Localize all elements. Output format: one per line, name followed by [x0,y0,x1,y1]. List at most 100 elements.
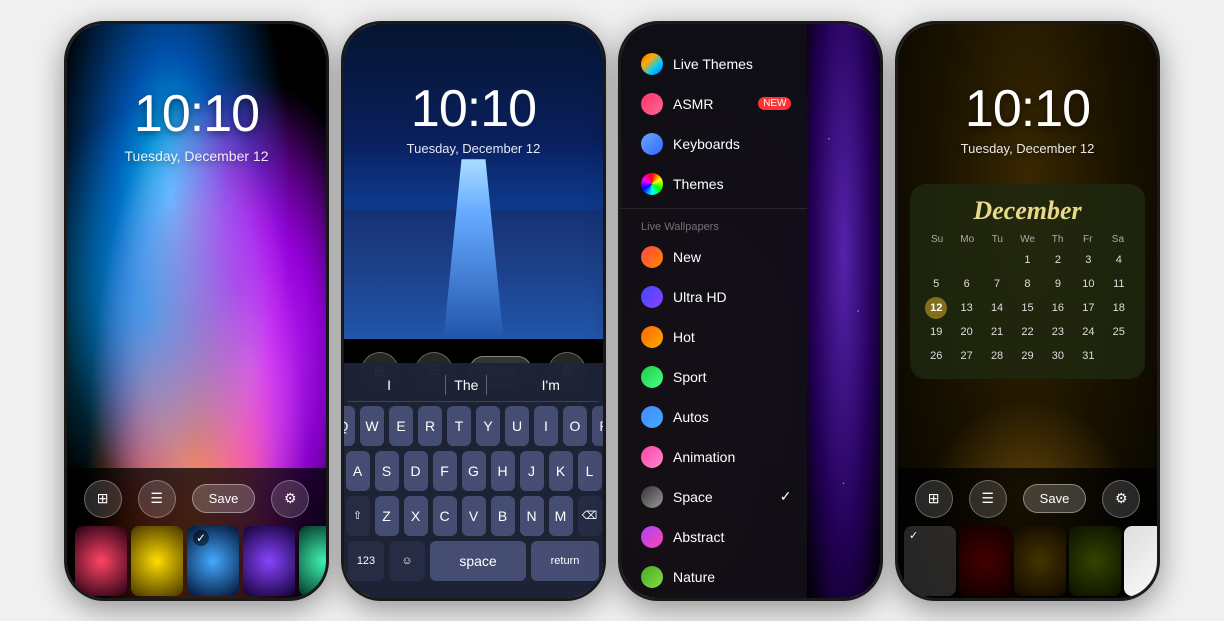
cal-cell-27[interactable]: 27 [956,345,978,367]
cal-cell-26[interactable]: 26 [925,345,947,367]
cal-cell-2[interactable]: 2 [1047,249,1069,271]
cal-cell-31[interactable]: 31 [1077,345,1099,367]
cal-cell-24[interactable]: 24 [1077,321,1099,343]
phone1-list-button[interactable]: ☰ [138,480,176,518]
asmr-label: ASMR [673,96,713,112]
cal-cell-12[interactable]: 12 [925,297,947,319]
key-k[interactable]: K [549,451,573,491]
menu-item-abstract[interactable]: Abstract [621,517,807,557]
key-y[interactable]: Y [476,406,500,446]
key-s[interactable]: S [375,451,399,491]
key-shift[interactable]: ⇧ [346,496,370,536]
key-d[interactable]: D [404,451,428,491]
cal-cell-3[interactable]: 3 [1077,249,1099,271]
phone1-save-button[interactable]: Save [192,484,256,513]
phone4-grid-button[interactable]: ⊞ [915,480,953,518]
menu-item-nature[interactable]: Nature [621,557,807,597]
key-l[interactable]: L [578,451,602,491]
phone4-thumb-4[interactable] [1069,526,1121,596]
phone4-thumb-3[interactable] [1014,526,1066,596]
key-j[interactable]: J [520,451,544,491]
key-b[interactable]: B [491,496,515,536]
menu-item-animals[interactable]: Animals [621,597,807,598]
key-a[interactable]: A [346,451,370,491]
phone4-save-button[interactable]: Save [1023,484,1087,513]
phone2-autocomplete-2[interactable]: The [445,375,487,395]
key-emoji[interactable]: ☺ [389,541,425,581]
cal-cell-28[interactable]: 28 [986,345,1008,367]
menu-item-autos[interactable]: Autos [621,397,807,437]
key-x[interactable]: X [404,496,428,536]
phone1-thumb-3[interactable] [187,526,239,596]
cal-cell-9[interactable]: 9 [1047,273,1069,295]
key-t[interactable]: T [447,406,471,446]
phone1-grid-button[interactable]: ⊞ [84,480,122,518]
menu-item-asmr[interactable]: ASMR NEW [621,84,807,124]
key-c[interactable]: C [433,496,457,536]
key-q[interactable]: Q [344,406,355,446]
key-return[interactable]: return [531,541,599,581]
key-u[interactable]: U [505,406,529,446]
menu-item-new[interactable]: New [621,237,807,277]
menu-item-live-themes[interactable]: Live Themes [621,44,807,84]
menu-item-animation[interactable]: Animation [621,437,807,477]
cal-cell-25[interactable]: 25 [1108,321,1130,343]
cal-cell-6[interactable]: 6 [956,273,978,295]
cal-cell-7[interactable]: 7 [986,273,1008,295]
menu-item-space[interactable]: Space ✓ [621,477,807,517]
key-g[interactable]: G [462,451,486,491]
key-space[interactable]: space [430,541,526,581]
cal-cell-15[interactable]: 15 [1016,297,1038,319]
cal-cell-8[interactable]: 8 [1016,273,1038,295]
cal-cell-30[interactable]: 30 [1047,345,1069,367]
cal-cell-29[interactable]: 29 [1016,345,1038,367]
menu-item-keyboards[interactable]: Keyboards [621,124,807,164]
cal-cell-13[interactable]: 13 [956,297,978,319]
phone2-autocomplete-1[interactable]: I [379,375,399,395]
cal-cell-4[interactable]: 4 [1108,249,1130,271]
cal-cell-18[interactable]: 18 [1108,297,1130,319]
key-i[interactable]: I [534,406,558,446]
cal-cell-23[interactable]: 23 [1047,321,1069,343]
key-n[interactable]: N [520,496,544,536]
phone1-thumb-4[interactable] [243,526,295,596]
phone4-thumb-5[interactable] [1124,526,1157,596]
cal-cell-21[interactable]: 21 [986,321,1008,343]
cal-cell-22[interactable]: 22 [1016,321,1038,343]
menu-item-themes[interactable]: Themes [621,164,807,204]
phone4-settings-button[interactable]: ⚙ [1102,480,1140,518]
phone4-thumb-1[interactable] [904,526,956,596]
phone1-thumb-5[interactable] [299,526,326,596]
cal-cell-10[interactable]: 10 [1077,273,1099,295]
cal-cell-1[interactable]: 1 [1016,249,1038,271]
phone2-autocomplete-3[interactable]: I'm [534,375,568,395]
key-p[interactable]: P [592,406,603,446]
key-123[interactable]: 123 [348,541,384,581]
cal-cell-5[interactable]: 5 [925,273,947,295]
cal-cell-16[interactable]: 16 [1047,297,1069,319]
cal-cell-17[interactable]: 17 [1077,297,1099,319]
phone1-settings-button[interactable]: ⚙ [271,480,309,518]
key-r[interactable]: R [418,406,442,446]
phone2-keyboard[interactable]: I The I'm Q W E R T Y U I O P A [344,363,603,598]
key-m[interactable]: M [549,496,573,536]
cal-cell-11[interactable]: 11 [1108,273,1130,295]
key-z[interactable]: Z [375,496,399,536]
key-v[interactable]: V [462,496,486,536]
cal-cell-14[interactable]: 14 [986,297,1008,319]
key-w[interactable]: W [360,406,384,446]
menu-item-ultra-hd[interactable]: Ultra HD [621,277,807,317]
phone1-thumb-1[interactable] [75,526,127,596]
phone4-thumb-2[interactable] [959,526,1011,596]
key-e[interactable]: E [389,406,413,446]
menu-item-hot[interactable]: Hot [621,317,807,357]
key-f[interactable]: F [433,451,457,491]
cal-cell-19[interactable]: 19 [925,321,947,343]
phone4-list-button[interactable]: ☰ [969,480,1007,518]
phone1-thumb-2[interactable] [131,526,183,596]
cal-cell-20[interactable]: 20 [956,321,978,343]
key-h[interactable]: H [491,451,515,491]
key-o[interactable]: O [563,406,587,446]
menu-item-sport[interactable]: Sport [621,357,807,397]
key-backspace[interactable]: ⌫ [578,496,602,536]
